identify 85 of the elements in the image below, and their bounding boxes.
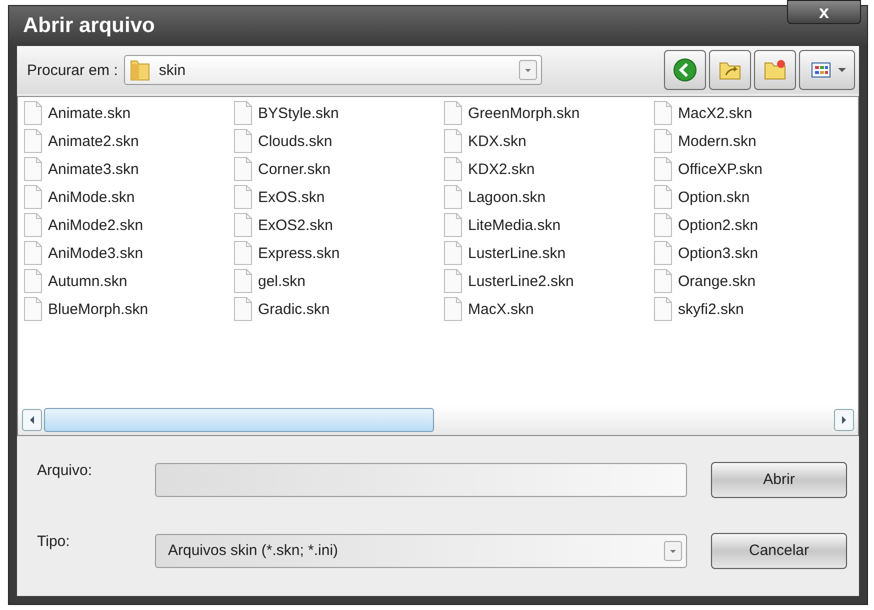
caret-icon: [838, 66, 846, 74]
file-icon: [234, 129, 252, 153]
file-item[interactable]: Animate3.skn: [24, 157, 234, 181]
file-type-dropdown[interactable]: Arquivos skin (*.skn; *.ini): [155, 534, 687, 568]
file-icon: [654, 185, 672, 209]
file-icon: [234, 269, 252, 293]
file-icon: [24, 269, 42, 293]
file-icon: [234, 101, 252, 125]
back-button[interactable]: [664, 50, 706, 90]
file-item[interactable]: Autumn.skn: [24, 269, 234, 293]
file-name-field[interactable]: [155, 462, 687, 496]
view-menu-button[interactable]: [799, 50, 855, 90]
file-item[interactable]: Orange.skn: [654, 269, 864, 293]
file-icon: [444, 157, 462, 181]
file-item[interactable]: KDX2.skn: [444, 157, 654, 181]
new-folder-button[interactable]: [754, 50, 796, 90]
file-icon: [654, 213, 672, 237]
scroll-right-button[interactable]: [834, 409, 854, 431]
horizontal-scrollbar[interactable]: [18, 405, 858, 435]
file-icon: [444, 241, 462, 265]
file-icon: [234, 157, 252, 181]
close-button[interactable]: x: [787, 0, 861, 24]
file-icon: [234, 213, 252, 237]
file-item[interactable]: GreenMorph.skn: [444, 101, 654, 125]
file-item[interactable]: Lagoon.skn: [444, 185, 654, 209]
file-item[interactable]: BlueMorph.skn: [24, 297, 234, 321]
file-item[interactable]: Gradic.skn: [234, 297, 444, 321]
file-icon: [654, 297, 672, 321]
file-item[interactable]: KDX.skn: [444, 129, 654, 153]
file-icon: [654, 101, 672, 125]
file-item[interactable]: OfficeXP.skn: [654, 157, 864, 181]
file-icon: [654, 129, 672, 153]
folder-icon: [128, 58, 151, 82]
file-name-label: Arquivo:: [37, 461, 94, 479]
file-icon: [234, 297, 252, 321]
file-item[interactable]: gel.skn: [234, 269, 444, 293]
left-arrow-icon: [28, 416, 36, 424]
file-icon: [654, 269, 672, 293]
open-button[interactable]: Abrir: [711, 462, 847, 498]
file-icon: [24, 241, 42, 265]
file-item[interactable]: LiteMedia.skn: [444, 213, 654, 237]
file-icon: [24, 185, 42, 209]
file-icon: [234, 185, 252, 209]
file-icon: [444, 297, 462, 321]
file-item[interactable]: skyfi2.skn: [654, 297, 864, 321]
file-icon: [24, 213, 42, 237]
look-in-label: Procurar em :: [27, 62, 118, 78]
file-item[interactable]: Corner.skn: [234, 157, 444, 181]
right-arrow-icon: [840, 416, 848, 424]
file-item[interactable]: Option2.skn: [654, 213, 864, 237]
file-icon: [24, 157, 42, 181]
file-icon: [444, 129, 462, 153]
file-type-label: Tipo:: [37, 532, 71, 550]
file-icon: [234, 241, 252, 265]
scroll-left-button[interactable]: [22, 409, 42, 431]
cancel-button[interactable]: Cancelar: [711, 532, 847, 568]
up-folder-button[interactable]: [709, 50, 751, 90]
file-item[interactable]: ExOS2.skn: [234, 213, 444, 237]
file-icon: [444, 269, 462, 293]
file-icon: [24, 297, 42, 321]
file-icon: [444, 185, 462, 209]
file-item[interactable]: Animate.skn: [24, 101, 234, 125]
file-item[interactable]: ExOS.skn: [234, 185, 444, 209]
file-item[interactable]: MacX2.skn: [654, 101, 864, 125]
look-in-dropdown[interactable]: skin: [124, 55, 542, 85]
file-icon: [654, 241, 672, 265]
file-item[interactable]: Option.skn: [654, 185, 864, 209]
file-item[interactable]: Animate2.skn: [24, 129, 234, 153]
file-item[interactable]: AniMode3.skn: [24, 241, 234, 265]
file-item[interactable]: Option3.skn: [654, 241, 864, 265]
file-item[interactable]: LusterLine2.skn: [444, 269, 654, 293]
file-icon: [444, 213, 462, 237]
file-item[interactable]: Modern.skn: [654, 129, 864, 153]
file-item[interactable]: Express.skn: [234, 241, 444, 265]
file-icon: [654, 157, 672, 181]
file-item[interactable]: LusterLine.skn: [444, 241, 654, 265]
file-item[interactable]: AniMode2.skn: [24, 213, 234, 237]
scrollbar-thumb[interactable]: [44, 408, 434, 432]
file-item[interactable]: MacX.skn: [444, 297, 654, 321]
file-icon: [24, 101, 42, 125]
file-icon: [444, 101, 462, 125]
file-item[interactable]: AniMode.skn: [24, 185, 234, 209]
file-item[interactable]: Clouds.skn: [234, 129, 444, 153]
file-icon: [24, 129, 42, 153]
file-item[interactable]: BYStyle.skn: [234, 101, 444, 125]
